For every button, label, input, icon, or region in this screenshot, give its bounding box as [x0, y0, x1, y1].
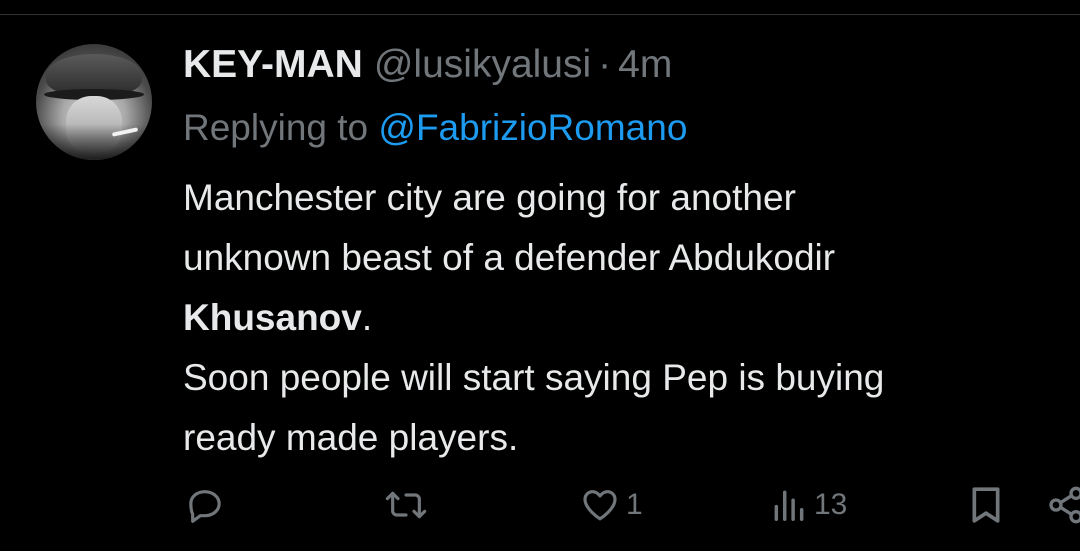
- action-bar: 1 13: [0, 478, 1080, 532]
- tweet-text-line: ready made players.: [183, 417, 519, 458]
- share-button[interactable]: [1046, 478, 1080, 532]
- bold-name: Khusanov: [183, 297, 362, 338]
- reply-icon: [189, 490, 221, 523]
- bookmark-button[interactable]: [966, 478, 1006, 532]
- replying-prefix: Replying to: [183, 107, 369, 148]
- avatar[interactable]: [36, 44, 152, 160]
- tweet-header: KEY-MAN @lusikyalusi · 4m: [183, 41, 672, 89]
- reply-button[interactable]: [185, 478, 231, 532]
- retweet-button[interactable]: [384, 478, 434, 532]
- views-icon: [774, 490, 804, 521]
- user-handle[interactable]: @lusikyalusi: [374, 43, 591, 86]
- display-name[interactable]: KEY-MAN: [183, 43, 363, 86]
- tweet-text: Manchester city are going for another un…: [183, 168, 1063, 468]
- timestamp[interactable]: 4m: [618, 43, 672, 86]
- replying-to: Replying to @FabrizioRomano: [183, 104, 687, 152]
- heart-icon: [583, 490, 617, 521]
- mention-link[interactable]: @FabrizioRomano: [378, 107, 687, 148]
- retweet-icon: [385, 491, 427, 519]
- tweet-text-line: Khusanov.: [183, 288, 1063, 348]
- views-button[interactable]: 13: [770, 478, 847, 532]
- bookmark-icon: [972, 487, 1000, 523]
- tweet[interactable]: KEY-MAN @lusikyalusi · 4m Replying to @Fabr…: [0, 0, 1080, 551]
- share-icon: [1049, 486, 1080, 524]
- like-button[interactable]: 1: [580, 478, 643, 532]
- tweet-text-line: unknown beast of a defender Abdukodir: [183, 237, 836, 278]
- views-count: 13: [814, 488, 848, 521]
- like-count: 1: [626, 488, 643, 521]
- tweet-text-line: Soon people will start saying Pep is buy…: [183, 357, 885, 398]
- period: .: [361, 297, 373, 338]
- separator-dot: ·: [598, 43, 612, 86]
- tweet-text-line: Manchester city are going for another: [183, 177, 796, 218]
